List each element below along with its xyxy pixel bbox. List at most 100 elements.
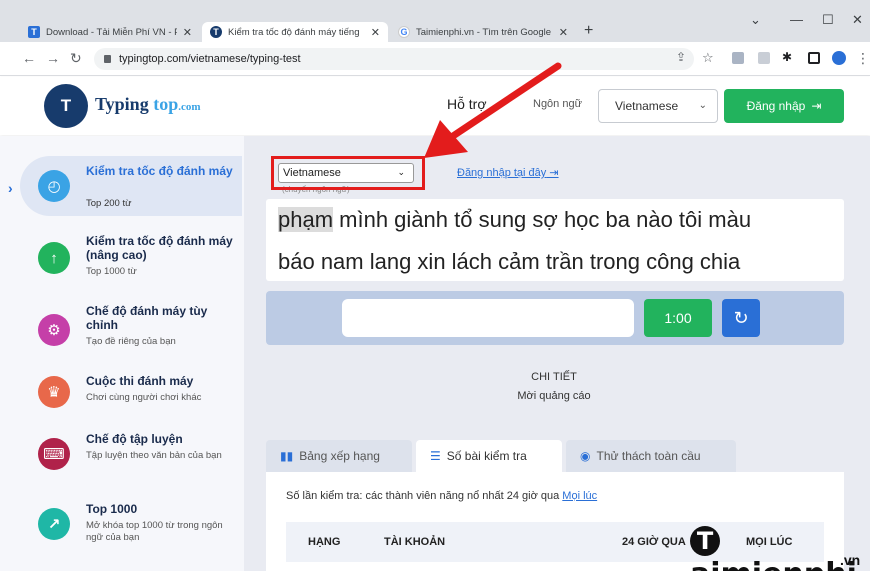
sidebar-item-competition[interactable]: ♛ Cuộc thi đánh máy Chơi cùng người chơi…	[20, 372, 242, 422]
reload-icon[interactable]: ↻	[70, 50, 82, 67]
list-icon: ☰	[430, 449, 441, 463]
all-time-link[interactable]: Mọi lúc	[562, 490, 597, 502]
sidebar-item-subtitle: Mở khóa top 1000 từ trong ngôn ngữ của b…	[86, 520, 223, 543]
forward-icon[interactable]: →	[46, 50, 60, 66]
sidebar-item-typing-test[interactable]: ◴ Kiểm tra tốc độ đánh máy Top 200 từ	[20, 156, 242, 216]
menu-icon[interactable]: ⋮	[856, 50, 870, 67]
timer-display: 1:00	[644, 299, 712, 337]
sidebar-item-subtitle: Tập luyện theo văn bản của bạn	[86, 450, 222, 461]
watermark-letter: T	[690, 525, 720, 556]
browser-tab-2[interactable]: T Kiểm tra tốc độ đánh máy tiếng ✕	[202, 22, 388, 42]
words-line-1: phạm mình giành tổ sung sợ học ba nào tô…	[278, 199, 844, 241]
stats-tabs: ▮▮ Bảng xếp hạng ☰ Số bài kiểm tra ◉ Thử…	[266, 440, 844, 472]
sidebar-item-subtitle: Top 1000 từ	[86, 266, 137, 277]
restart-button[interactable]: ↻	[722, 299, 760, 337]
puzzle-icon[interactable]: ✱	[782, 50, 792, 64]
sidebar-item-title: Cuộc thi đánh máy	[86, 374, 194, 388]
watermark-text: aimienphi	[690, 557, 857, 571]
trophy-icon: ♛	[38, 376, 70, 408]
sidebar-item-top-1000[interactable]: ↗ Top 1000 Mở khóa top 1000 từ trong ngô…	[20, 500, 242, 560]
maximize-icon[interactable]: ☐	[822, 12, 834, 28]
tab-label: Số bài kiểm tra	[446, 449, 527, 463]
tab-title: Taimienphi.vn - Tìm trên Google	[416, 26, 551, 38]
sidebar-item-custom-mode[interactable]: ⚙ Chế độ đánh máy tùy chỉnh Tạo đề riêng…	[20, 304, 242, 360]
logo-domain: .com	[178, 101, 201, 113]
browser-tab-3[interactable]: G Taimienphi.vn - Tìm trên Google ✕	[390, 22, 576, 42]
browser-tab-1[interactable]: T Download - Tải Miễn Phí VN - Pi ✕	[20, 22, 200, 42]
ad-detail-title: CHI TIẾT	[531, 371, 577, 383]
typing-input-row: 1:00 ↻	[266, 291, 844, 345]
extension-icon[interactable]	[732, 52, 744, 64]
ad-detail-subtitle: Mời quảng cáo	[517, 390, 591, 402]
language-select[interactable]: Vietnamese ⌄	[598, 89, 718, 123]
tab-title: Download - Tải Miễn Phí VN - Pi	[46, 26, 177, 38]
col-24h: 24 GIỜ QUA	[622, 536, 686, 548]
tab-favicon: T	[210, 26, 222, 38]
sidebar-item-title: Top 1000	[86, 502, 138, 516]
bar-chart-icon: ▮▮	[280, 449, 294, 463]
sidebar: › ◴ Kiểm tra tốc độ đánh máy Top 200 từ …	[0, 136, 244, 571]
window-close-icon[interactable]: ✕	[852, 12, 863, 28]
browser-tabstrip: T Download - Tải Miễn Phí VN - Pi ✕ T Ki…	[0, 0, 870, 42]
chart-icon: ↗	[38, 508, 70, 540]
tab-title: Kiểm tra tốc độ đánh máy tiếng	[228, 26, 360, 38]
current-word: phạm	[278, 207, 334, 232]
sidebar-item-title: Chế độ tập luyện	[86, 432, 183, 446]
sidebar-toggle-icon[interactable]: ›	[8, 180, 13, 196]
address-bar[interactable]: typingtop.com/vietnamese/typing-test	[94, 48, 694, 70]
tab-label: Thử thách toàn cầu	[596, 449, 701, 463]
sidebar-item-title: Kiểm tra tốc độ đánh máy (nâng cao)	[86, 234, 233, 262]
chevron-down-icon[interactable]: ⌄	[750, 12, 761, 28]
login-button[interactable]: Đăng nhập ⇥	[724, 89, 844, 123]
tab-label: Bảng xếp hạng	[299, 449, 380, 463]
bookmark-star-icon[interactable]: ☆	[702, 50, 714, 66]
minimize-icon[interactable]: —	[790, 12, 803, 27]
words-line-2: báo nam lang xin lách cảm trần trong côn…	[278, 249, 741, 274]
typing-words-panel: phạm mình giành tổ sung sợ học ba nào tô…	[266, 199, 844, 281]
login-icon: ⇥	[811, 99, 822, 113]
red-arrow-icon	[424, 62, 562, 158]
sidebar-item-subtitle: Chơi cùng người chơi khác	[86, 392, 202, 403]
extension-icon[interactable]	[758, 52, 770, 64]
back-icon[interactable]: ←	[22, 50, 36, 66]
close-icon[interactable]: ✕	[183, 26, 192, 39]
site-logo[interactable]: Typing top.com	[95, 94, 201, 115]
close-icon[interactable]: ✕	[371, 26, 380, 39]
highlight-box	[271, 156, 425, 190]
tab-test-count[interactable]: ☰ Số bài kiểm tra	[416, 440, 562, 472]
sidebar-item-title: Chế độ đánh máy tùy chỉnh	[86, 304, 208, 332]
url-text: typingtop.com/vietnamese/typing-test	[119, 53, 301, 65]
restart-icon: ↻	[733, 307, 749, 328]
stats-description: Số lần kiểm tra: các thành viên năng nổ …	[286, 490, 597, 502]
tab-leaderboard[interactable]: ▮▮ Bảng xếp hạng	[266, 440, 412, 472]
sidebar-item-subtitle: Top 200 từ	[86, 198, 132, 209]
sidebar-item-title: Kiểm tra tốc độ đánh máy	[86, 164, 233, 178]
logo-main: Typing	[95, 94, 154, 114]
keyboard-icon: ⌨	[38, 438, 70, 470]
stats-description-text: Số lần kiểm tra: các thành viên năng nổ …	[286, 490, 563, 502]
new-tab-icon[interactable]: +	[584, 22, 593, 40]
login-button-label: Đăng nhập	[746, 99, 806, 113]
tab-favicon: T	[28, 26, 40, 38]
gear-icon: ⚙	[38, 314, 70, 346]
sidebar-item-advanced-test[interactable]: ↑ Kiểm tra tốc độ đánh máy (nâng cao) To…	[20, 230, 242, 286]
logo-icon[interactable]: T	[44, 84, 88, 128]
sidebar-item-practice-mode[interactable]: ⌨ Chế độ tập luyện Tập luyện theo văn bả…	[20, 430, 242, 490]
share-icon[interactable]: ⇪	[676, 50, 686, 64]
chevron-down-icon: ⌄	[698, 100, 707, 111]
sidepanel-icon[interactable]	[808, 52, 820, 64]
col-rank: HẠNG	[308, 536, 341, 548]
words-line-1-rest: mình giành tổ sung sợ học ba nào tôi màu	[333, 207, 752, 232]
globe-icon: ◉	[580, 449, 591, 463]
profile-avatar[interactable]	[832, 51, 846, 65]
tab-global-challenge[interactable]: ◉ Thử thách toàn cầu	[566, 440, 736, 472]
logo-accent: top	[153, 94, 179, 114]
arrow-up-icon: ↑	[38, 242, 70, 274]
lock-icon	[104, 55, 111, 63]
tab-favicon: G	[398, 26, 410, 38]
language-select-value: Vietnamese	[615, 99, 679, 113]
typing-input[interactable]	[342, 299, 634, 337]
col-account: TÀI KHOẢN	[384, 536, 446, 548]
watermark-suffix: .vn	[840, 552, 861, 568]
close-icon[interactable]: ✕	[559, 26, 568, 39]
